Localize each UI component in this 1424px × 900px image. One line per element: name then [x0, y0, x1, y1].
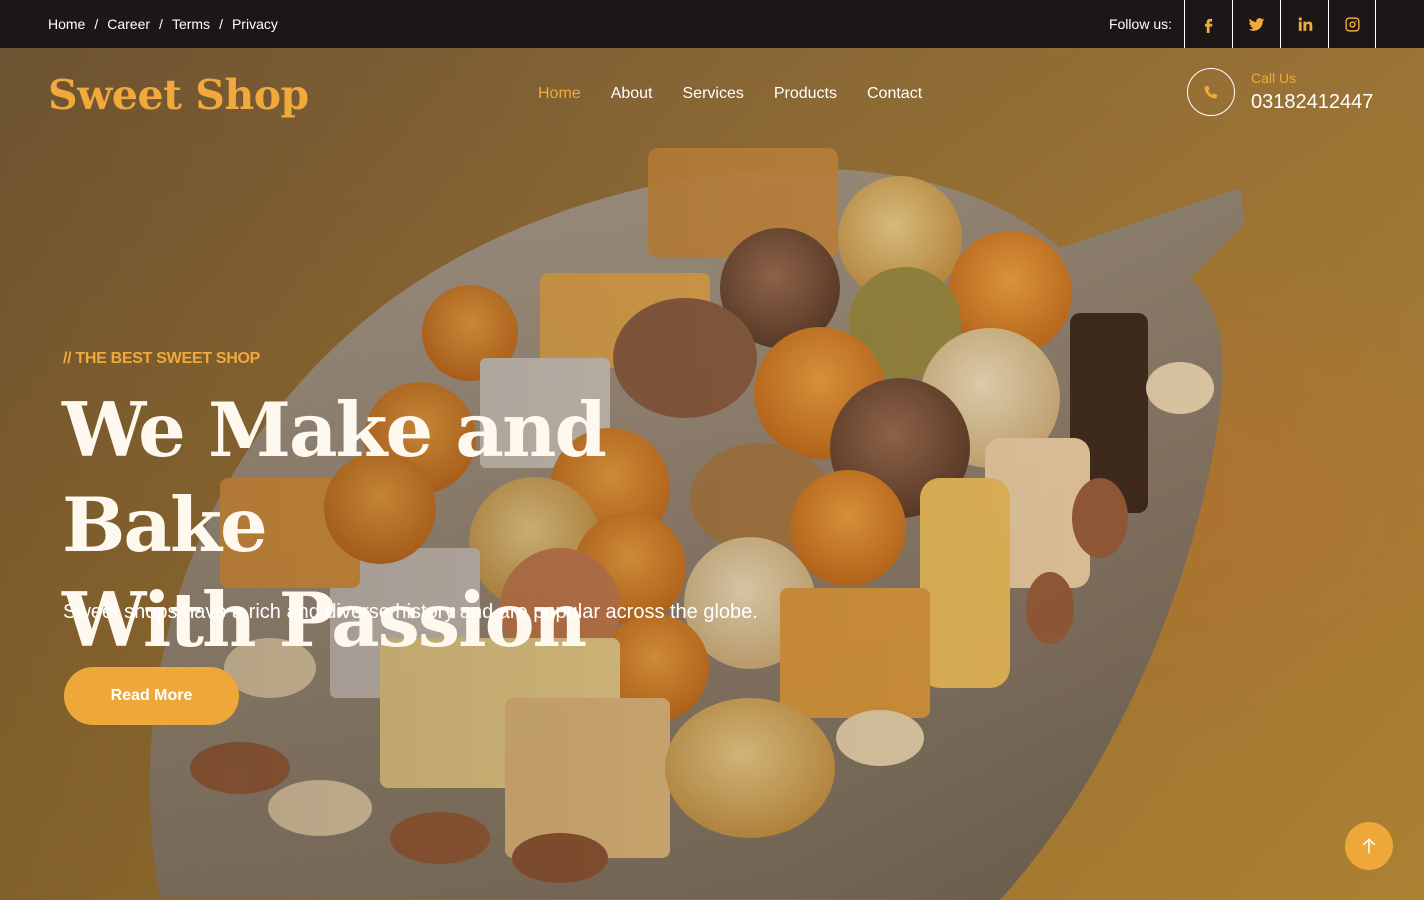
top-bar: Home / Career / Terms / Privacy Follow u…	[0, 0, 1424, 48]
call-us-label: Call Us	[1251, 70, 1297, 86]
main-nav: Home About Services Products Contact	[538, 84, 952, 104]
linkedin-link[interactable]	[1280, 0, 1328, 48]
top-link-privacy[interactable]: Privacy	[232, 16, 278, 32]
twitter-icon	[1248, 17, 1265, 31]
read-more-button[interactable]: Read More	[64, 667, 239, 725]
call-number[interactable]: 03182412447	[1251, 89, 1373, 115]
link-separator: /	[159, 16, 163, 32]
hero-subtext: Sweet shops have a rich and diverse hist…	[63, 601, 758, 623]
scroll-to-top-button[interactable]	[1345, 822, 1393, 870]
hero-headline-line1: We Make and Bake	[62, 386, 607, 569]
top-links: Home / Career / Terms / Privacy	[48, 0, 278, 48]
instagram-link[interactable]	[1328, 0, 1376, 48]
call-text: Call Us 03182412447	[1251, 69, 1373, 115]
top-link-terms[interactable]: Terms	[172, 16, 210, 32]
hero-eyebrow: // THE BEST SWEET SHOP	[63, 350, 260, 367]
phone-icon-circle	[1187, 68, 1235, 116]
hero-headline: We Make and Bake With Passion	[62, 383, 822, 668]
linkedin-icon	[1298, 16, 1313, 31]
nav-services[interactable]: Services	[683, 84, 744, 104]
follow-us-label: Follow us:	[1108, 16, 1172, 32]
nav-products[interactable]: Products	[774, 84, 837, 104]
twitter-link[interactable]	[1232, 0, 1280, 48]
instagram-icon	[1344, 16, 1360, 32]
arrow-up-icon	[1363, 838, 1375, 854]
site-logo[interactable]: Sweet Shop	[48, 70, 309, 120]
social-links: Follow us:	[1109, 0, 1424, 48]
call-us[interactable]: Call Us 03182412447	[1187, 68, 1373, 116]
top-link-career[interactable]: Career	[107, 16, 150, 32]
top-link-home[interactable]: Home	[48, 16, 85, 32]
hero-section: Sweet Shop Home About Services Products …	[0, 48, 1424, 900]
link-separator: /	[219, 16, 223, 32]
facebook-link[interactable]	[1184, 0, 1232, 48]
link-separator: /	[94, 16, 99, 32]
facebook-icon	[1204, 18, 1213, 33]
nav-about[interactable]: About	[611, 84, 653, 104]
phone-icon	[1204, 85, 1218, 99]
nav-home[interactable]: Home	[538, 84, 581, 104]
nav-contact[interactable]: Contact	[867, 84, 922, 104]
